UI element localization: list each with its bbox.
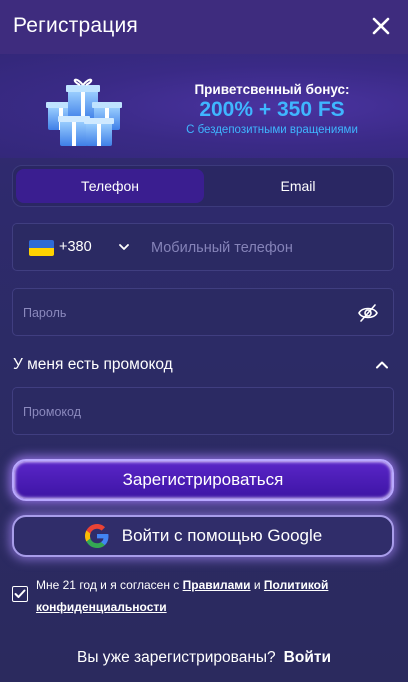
phone-input[interactable]	[151, 236, 371, 260]
chevron-up-icon[interactable]	[375, 358, 389, 372]
checkmark-icon	[14, 589, 26, 598]
google-button-label: Войти с помощью Google	[121, 526, 323, 545]
welcome-bonus-banner: Приветсвенный бонус: 200% + 350 FS С без…	[0, 54, 408, 158]
already-registered-text: Вы уже зарегистрированы?	[77, 649, 276, 666]
rules-link[interactable]: Правилами	[183, 578, 251, 592]
google-login-button[interactable]: Войти с помощью Google	[12, 515, 394, 557]
promo-code-input[interactable]	[23, 400, 343, 424]
auth-method-tabs: Телефон Email	[12, 165, 394, 207]
phone-field: +380	[12, 223, 394, 271]
page-title: Регистрация	[13, 14, 138, 37]
modal-header: Регистрация	[0, 0, 408, 54]
chevron-down-icon[interactable]	[117, 240, 131, 254]
password-field	[12, 288, 394, 336]
gift-boxes-icon	[46, 78, 122, 146]
login-prompt: Вы уже зарегистрированы? Войти	[0, 649, 408, 667]
bonus-heading: Приветсвенный бонус:	[194, 82, 350, 97]
consent-checkbox[interactable]	[12, 586, 28, 602]
country-code[interactable]: +380	[59, 239, 92, 255]
bonus-amount: 200% + 350 FS	[199, 98, 345, 121]
close-icon[interactable]	[370, 15, 392, 37]
password-input[interactable]	[23, 301, 343, 325]
terms-consent: Мне 21 год и я согласен с Правилами и По…	[12, 574, 394, 618]
login-link[interactable]: Войти	[284, 649, 331, 666]
eye-off-icon[interactable]	[357, 302, 379, 324]
tab-phone[interactable]: Телефон	[16, 169, 204, 203]
ukraine-flag-icon	[29, 240, 54, 256]
promo-code-toggle[interactable]: У меня есть промокод	[13, 354, 394, 376]
google-icon	[84, 524, 109, 548]
consent-text: Мне 21 год и я согласен с Правилами и По…	[36, 578, 329, 614]
tab-email[interactable]: Email	[204, 169, 392, 203]
register-button[interactable]: Зарегистрироваться	[12, 459, 394, 501]
promo-toggle-label: У меня есть промокод	[13, 356, 173, 373]
bonus-subtitle: С бездепозитными вращениями	[186, 124, 358, 136]
promo-code-field	[12, 387, 394, 435]
